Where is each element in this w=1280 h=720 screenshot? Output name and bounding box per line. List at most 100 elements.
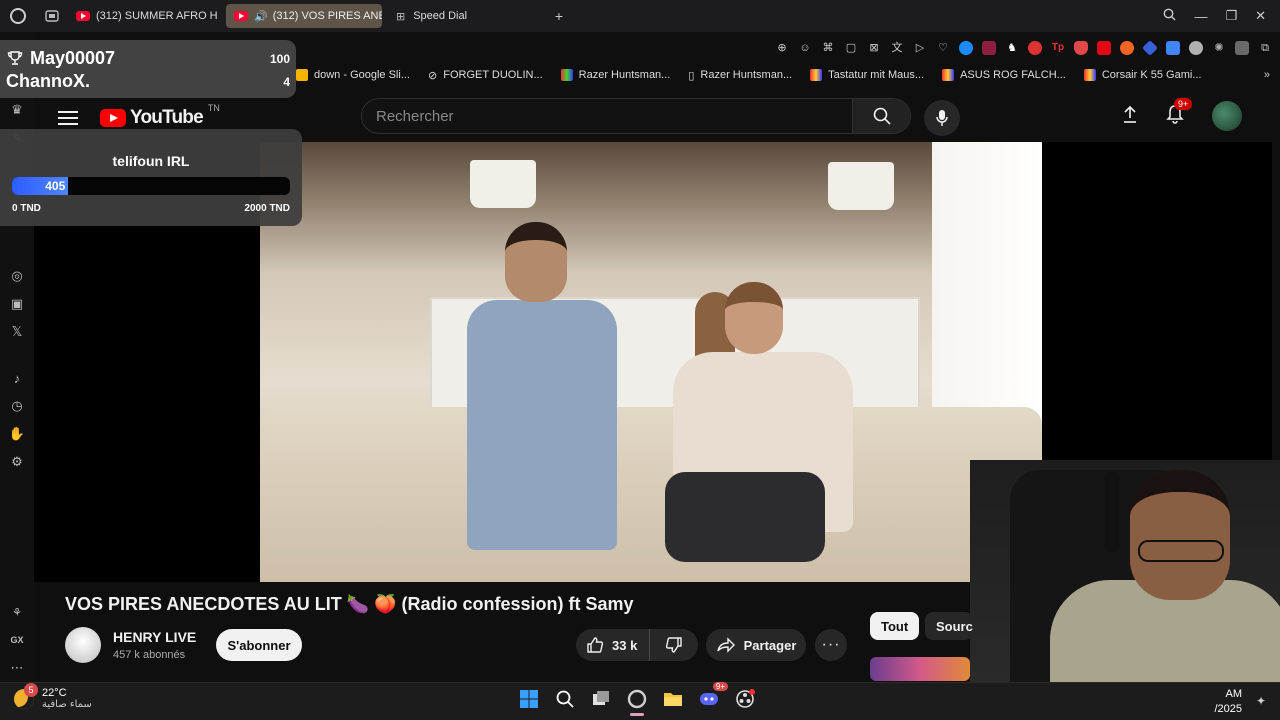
donation-goal-overlay: telifoun IRL 405 0 TND 2000 TND: [0, 129, 302, 226]
task-view-button[interactable]: [590, 688, 612, 710]
recommended-thumbnail[interactable]: [870, 657, 970, 681]
discord-button[interactable]: 9+: [698, 682, 728, 710]
x-icon[interactable]: 𝕏: [8, 323, 26, 341]
bookmark-label: Razer Huntsman...: [700, 69, 793, 81]
wallet-icon[interactable]: ⚘: [8, 603, 26, 621]
extension-ublock-icon[interactable]: [982, 41, 996, 55]
hand-icon[interactable]: ✋: [8, 425, 26, 443]
opera-gx-taskbar-button[interactable]: [626, 688, 648, 716]
extension-spider-icon[interactable]: ✺: [1212, 41, 1226, 55]
minimize-icon[interactable]: —: [1194, 9, 1207, 24]
extensions-puzzle-icon[interactable]: ⧉: [1258, 41, 1272, 55]
share-button[interactable]: Partager: [706, 629, 806, 661]
extension-chess-icon[interactable]: ♞: [1005, 41, 1019, 55]
start-button[interactable]: [518, 688, 540, 710]
bookmark-item[interactable]: ASUS ROG FALCH...: [942, 69, 1066, 81]
youtube-logo[interactable]: YouTube TN: [100, 103, 220, 129]
bookmark-item[interactable]: ⊘ FORGET DUOLIN...: [428, 69, 543, 82]
speed-icon[interactable]: ◷: [8, 397, 26, 415]
tab-label: Speed Dial: [413, 10, 468, 22]
chip-source[interactable]: Source: [925, 612, 973, 640]
more-actions-button[interactable]: ···: [815, 629, 847, 661]
extension-netflix-icon[interactable]: [1097, 41, 1111, 55]
bookmark-item[interactable]: Corsair K 55 Gami...: [1083, 69, 1201, 81]
task-view-icon: [593, 691, 609, 705]
like-count: 33 k: [612, 637, 638, 653]
trophy-icon: [7, 51, 23, 65]
menu-icon[interactable]: [58, 111, 78, 125]
extension-shazam-icon[interactable]: [959, 41, 973, 55]
search-input[interactable]: [362, 107, 852, 125]
extension-tp-icon[interactable]: Tp: [1051, 41, 1065, 55]
bookmark-item[interactable]: Tastatur mit Maus...: [810, 69, 924, 81]
zoom-icon[interactable]: ⊕: [775, 41, 789, 55]
voice-search-button[interactable]: [924, 100, 960, 136]
opera-logo-icon[interactable]: [0, 0, 36, 32]
weather-widget[interactable]: 5 22°C سماء صافية: [14, 682, 92, 710]
bookmark-item[interactable]: down - Google Sli...: [296, 69, 410, 81]
youtube-favicon-icon: [76, 11, 90, 21]
extension-diamond-icon[interactable]: [1142, 40, 1158, 56]
extension-translate-icon[interactable]: [1166, 41, 1180, 55]
taskbar-search-button[interactable]: [554, 688, 576, 710]
extension-grid-icon[interactable]: [1235, 41, 1249, 55]
bookmark-item[interactable]: ▯ Razer Huntsman...: [688, 69, 792, 82]
system-clock[interactable]: AM /2025: [1214, 687, 1242, 717]
instagram-icon[interactable]: ▣: [8, 295, 26, 313]
tab-vos-pires[interactable]: 🔊 (312) VOS PIRES ANE: [226, 4, 382, 28]
notifications-button[interactable]: 9+: [1166, 97, 1193, 129]
translate-icon[interactable]: 文: [890, 41, 904, 55]
goal-min-label: 0 TND: [12, 203, 41, 214]
more-icon[interactable]: ⋯: [8, 659, 26, 677]
pin-icon[interactable]: ⌘: [821, 41, 835, 55]
new-tab-button[interactable]: +: [548, 5, 570, 27]
account-avatar[interactable]: [1212, 101, 1242, 131]
tab-island-icon[interactable]: [36, 0, 68, 32]
share-label: Partager: [743, 637, 797, 653]
extension-shield-icon[interactable]: [1074, 41, 1088, 55]
search-button[interactable]: [852, 99, 910, 133]
player-icon[interactable]: ♪: [8, 369, 26, 387]
bookmarks-overflow-button[interactable]: »: [1264, 69, 1280, 81]
bookmark-item[interactable]: Razer Huntsman...: [560, 69, 670, 81]
upload-button[interactable]: [1122, 105, 1138, 128]
search-tabs-icon[interactable]: [1163, 8, 1176, 24]
messenger-icon[interactable]: ◎: [8, 267, 26, 285]
man-figure: [455, 222, 625, 582]
play-icon[interactable]: ▷: [913, 41, 927, 55]
dislike-button[interactable]: [650, 629, 698, 661]
video-frame: [260, 142, 1042, 582]
weather-temp: 22°C: [42, 687, 67, 699]
subscribe-button[interactable]: S'abonner: [216, 629, 302, 661]
tab-speed-dial[interactable]: ⊞ Speed Dial: [388, 4, 548, 28]
extension-s-icon[interactable]: [1028, 41, 1042, 55]
extensions-toolbar: ⊕ ☺ ⌘ ▢ ⊠ 文 ▷ ♡ ♞ Tp ✺ ⧉: [296, 36, 1280, 60]
settings-icon[interactable]: ⚙: [8, 453, 26, 471]
obs-button[interactable]: [734, 688, 756, 710]
emoji-icon[interactable]: ☺: [798, 41, 812, 55]
like-button[interactable]: 33 k: [576, 629, 651, 661]
close-icon[interactable]: ✕: [1255, 8, 1266, 24]
youtube-play-icon: [100, 109, 126, 127]
snapshot-icon[interactable]: ▢: [844, 41, 858, 55]
extension-hands-icon[interactable]: [1189, 41, 1203, 55]
file-explorer-button[interactable]: [662, 688, 684, 710]
chip-all[interactable]: Tout: [870, 612, 920, 640]
tab-summer-afro[interactable]: (312) SUMMER AFRO HOU: [68, 4, 218, 28]
streamer-face: [1130, 470, 1230, 600]
channel-avatar[interactable]: [65, 627, 101, 663]
notification-center-icon[interactable]: ✦: [1256, 694, 1266, 708]
shop-icon: [810, 69, 823, 81]
document-icon: ▯: [688, 69, 695, 82]
window-controls: — ❐ ✕: [1163, 8, 1280, 24]
sidebar-gx-icon[interactable]: ♛: [8, 101, 26, 119]
header-actions: 9+: [1122, 97, 1242, 131]
clock-date: /2025: [1214, 703, 1242, 715]
restore-icon[interactable]: ❐: [1225, 8, 1237, 24]
extension-orange-icon[interactable]: [1120, 41, 1134, 55]
channel-name[interactable]: HENRY LIVE: [113, 629, 196, 645]
bookmark-label: down - Google Sli...: [314, 69, 410, 81]
shield-x-icon[interactable]: ⊠: [867, 41, 881, 55]
gx-control-icon[interactable]: GX: [8, 631, 26, 649]
heart-icon[interactable]: ♡: [936, 41, 950, 55]
